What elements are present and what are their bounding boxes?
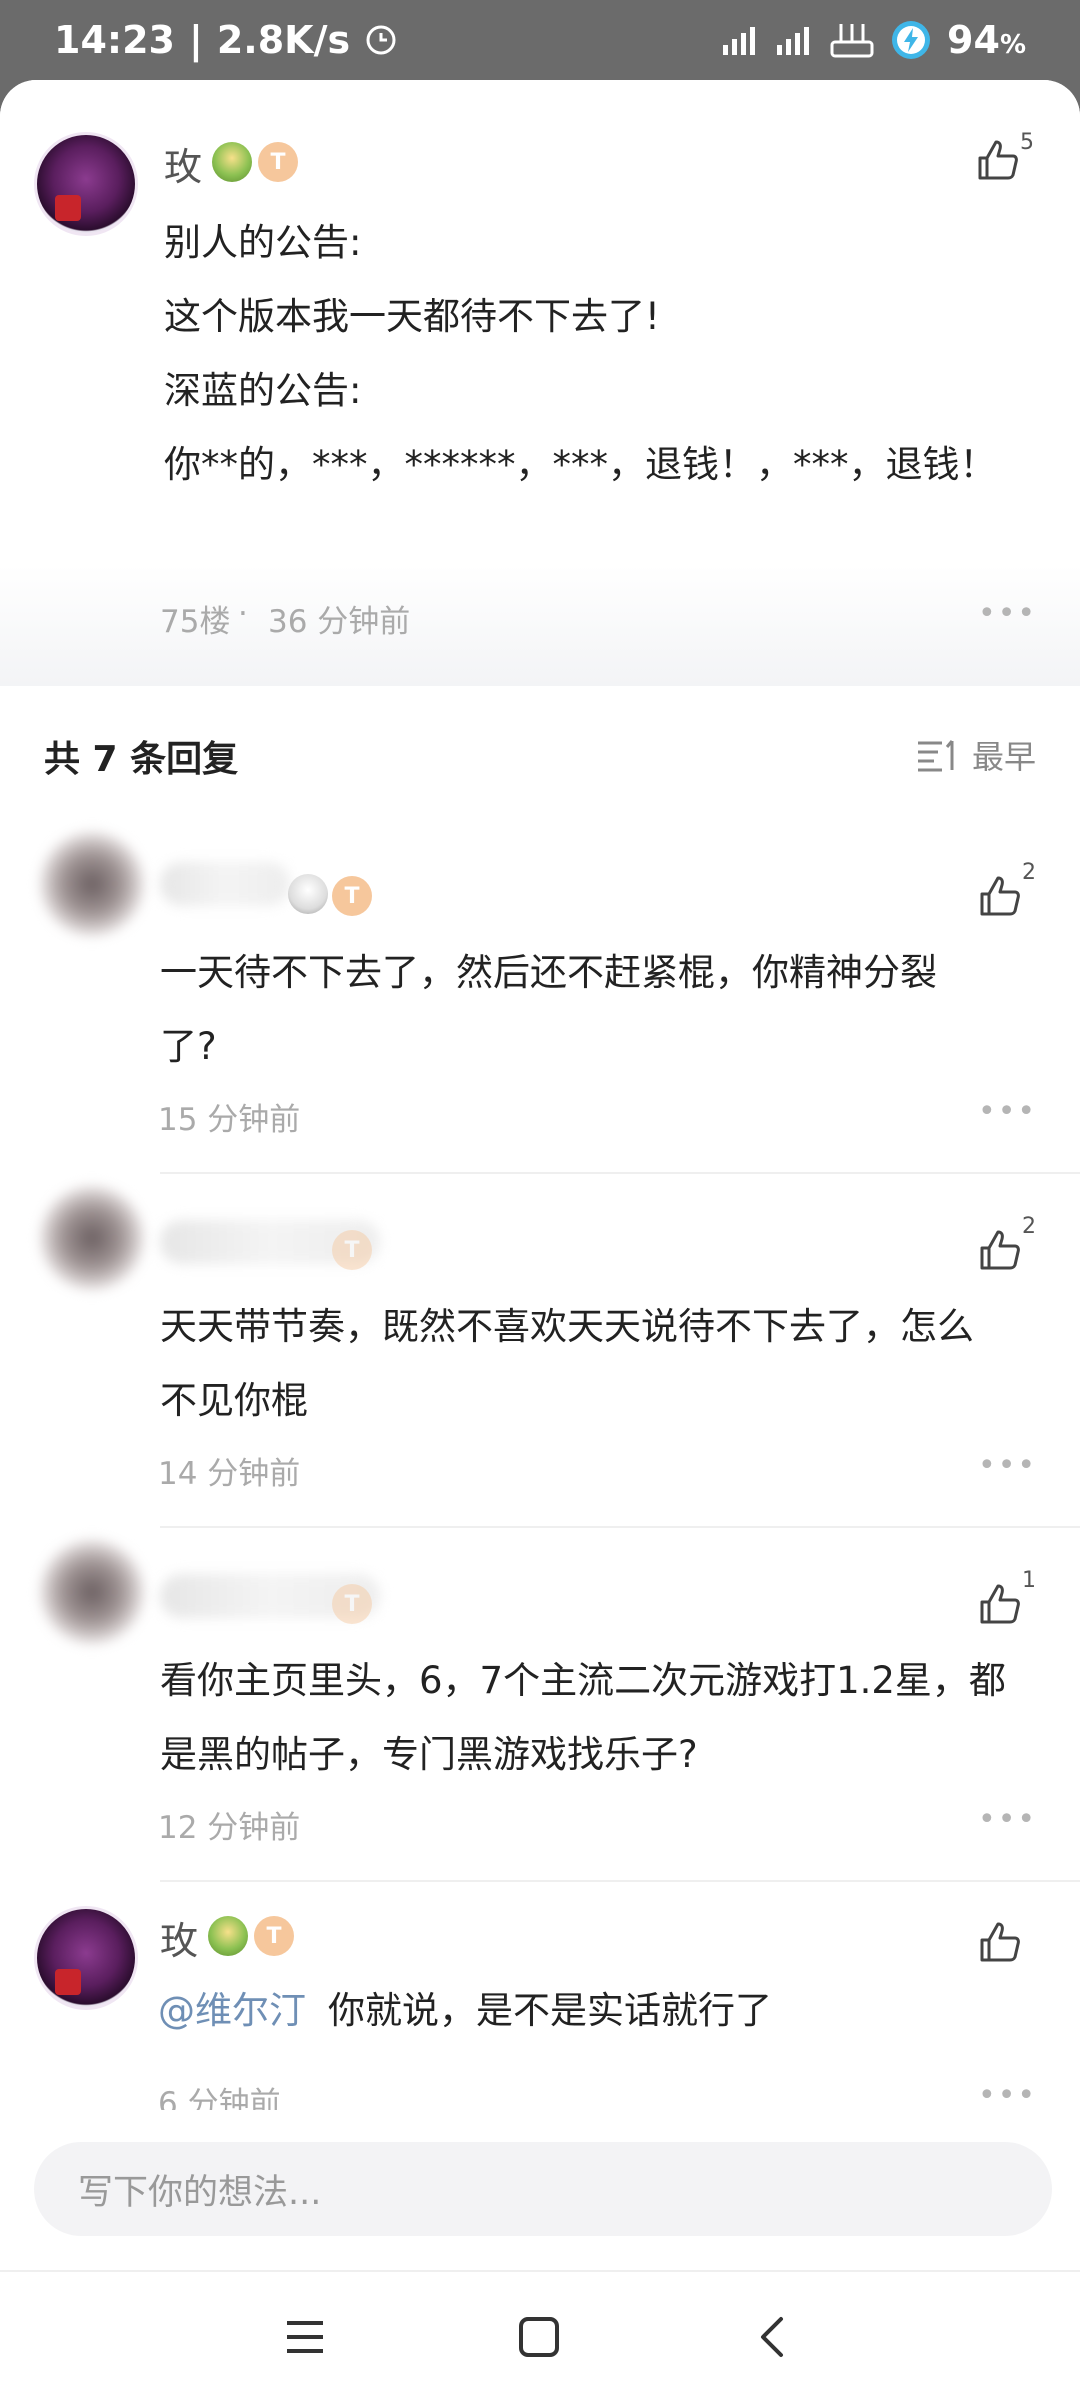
- avatar[interactable]: [34, 132, 138, 236]
- status-bar: 14:23 | 2.8K/s 94%: [0, 0, 1080, 80]
- divider: [160, 1880, 1080, 1882]
- reply-line: 看你主页里头，6，7个主流二次元游戏打1.2星，都: [160, 1659, 1006, 1702]
- comment-input[interactable]: 写下你的想法...: [34, 2142, 1052, 2236]
- replies-header: 共 7 条回复 最早: [0, 686, 1080, 822]
- like-button[interactable]: [970, 1220, 1030, 1280]
- home-square-icon: [519, 2317, 559, 2357]
- more-icon[interactable]: •••: [978, 1094, 1037, 1129]
- battery-percent: 94%: [947, 18, 1026, 62]
- reply-line: 不见你棍: [160, 1379, 308, 1422]
- comment-time: 36 分钟前: [268, 604, 411, 640]
- reply-line: 是黑的帖子，专门黑游戏找乐子?: [160, 1733, 698, 1776]
- status-time: 14:23: [54, 18, 175, 62]
- meta-dot: ·: [238, 596, 248, 632]
- reply-time: 14 分钟前: [158, 1456, 301, 1492]
- main-comment: 玫 T 5 别人的公告: 这个版本我一天都待不下去了! 深蓝的公告: 你**的，…: [0, 80, 1080, 686]
- back-button[interactable]: [738, 2302, 808, 2372]
- level-badge: T: [258, 142, 298, 182]
- battery-charging-icon: [889, 18, 933, 62]
- like-button[interactable]: [970, 1574, 1030, 1634]
- reply-line: 一天待不下去了，然后还不赶紧棍，你精神分裂: [160, 951, 937, 994]
- reply-line: 了?: [160, 1025, 217, 1068]
- character-badge-icon: [288, 874, 328, 914]
- reply-line: 天天带节奏，既然不喜欢天天说待不下去了，怎么: [160, 1305, 974, 1348]
- like-count: 2: [1022, 1214, 1036, 1239]
- character-badge-icon: [212, 142, 252, 182]
- username[interactable]: 玫: [164, 136, 202, 191]
- like-count: 2: [1022, 860, 1036, 885]
- replies-count-title: 共 7 条回复: [44, 739, 239, 780]
- menu-icon: [287, 2321, 323, 2353]
- more-icon[interactable]: •••: [978, 1802, 1037, 1837]
- like-button[interactable]: [968, 130, 1028, 190]
- sort-button[interactable]: 最早: [916, 732, 1036, 778]
- character-badge-icon: [208, 1916, 248, 1956]
- thumbs-up-icon: [980, 1584, 1020, 1624]
- divider: [160, 1526, 1080, 1528]
- level-badge: T: [332, 876, 372, 916]
- level-badge: T: [332, 1584, 372, 1624]
- reply-time: 12 分钟前: [158, 1810, 301, 1846]
- level-badge: T: [332, 1230, 372, 1270]
- level-badge: T: [254, 1916, 294, 1956]
- system-nav-bar: [0, 2270, 1080, 2400]
- avatar[interactable]: [40, 1186, 144, 1290]
- network-speed: 2.8K/s: [216, 18, 351, 62]
- like-count: 1: [1022, 1568, 1036, 1593]
- comment-line: 别人的公告:: [164, 221, 362, 264]
- sort-icon: [917, 740, 954, 772]
- reply-time: 15 分钟前: [158, 1102, 301, 1138]
- floor-number: 75楼: [160, 604, 231, 640]
- thumbs-up-icon: [978, 140, 1018, 180]
- more-icon[interactable]: •••: [978, 2078, 1037, 2113]
- router-icon: [829, 20, 875, 60]
- back-chevron-icon: [761, 2317, 783, 2357]
- divider: [160, 1172, 1080, 1174]
- thumbs-up-icon: [980, 876, 1020, 916]
- sort-label: 最早: [971, 738, 1036, 776]
- mention-link[interactable]: @维尔汀: [158, 1974, 306, 2048]
- thumbs-up-icon: [980, 1230, 1020, 1270]
- status-separator: |: [188, 18, 203, 62]
- signal-icon-1: [721, 23, 761, 57]
- comment-line: 深蓝的公告:: [164, 369, 362, 412]
- avatar[interactable]: [34, 1906, 138, 2010]
- thumbs-up-icon: [980, 1922, 1020, 1962]
- username-blurred[interactable]: [160, 862, 290, 906]
- like-count: 5: [1020, 130, 1034, 155]
- home-button[interactable]: [504, 2302, 574, 2372]
- comment-line: 这个版本我一天都待不下去了!: [164, 295, 660, 338]
- avatar[interactable]: [40, 1540, 144, 1644]
- comment-sheet: 玫 T 5 别人的公告: 这个版本我一天都待不下去了! 深蓝的公告: 你**的，…: [0, 80, 1080, 2400]
- username[interactable]: 玫: [160, 1910, 198, 1965]
- signal-icon-2: [775, 23, 815, 57]
- more-icon[interactable]: •••: [978, 1448, 1037, 1483]
- menu-button[interactable]: [270, 2302, 340, 2372]
- alarm-icon: [364, 23, 398, 57]
- avatar[interactable]: [40, 832, 144, 936]
- reply-line: 你就说，是不是实话就行了: [328, 1989, 772, 2032]
- comment-line: 你**的，***，******，***，退钱！，***，退钱！: [164, 443, 997, 486]
- like-button[interactable]: [970, 866, 1030, 926]
- more-icon[interactable]: •••: [978, 596, 1037, 631]
- like-button[interactable]: [970, 1912, 1030, 1972]
